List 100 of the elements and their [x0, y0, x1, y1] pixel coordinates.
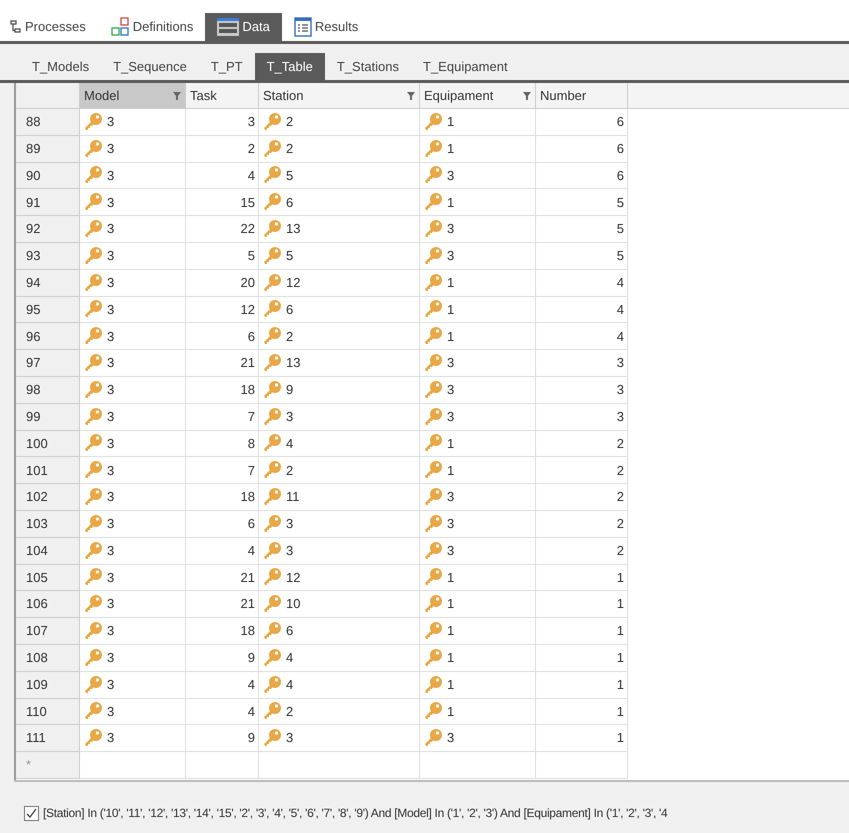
filter-icon[interactable] [523, 92, 531, 100]
filter-expression: [Station] In ('10', '11', '12', '13', '14', '15', '2', '3', '4', '5', '6', '7', '8', '9') And [Model] In ('1', '2', '3') And [Equipament] In ('1', '2', '3', '4 [43, 805, 668, 822]
key-icon [262, 219, 282, 240]
column-header[interactable]: Model [80, 83, 186, 108]
table-cell: 3 [80, 672, 186, 699]
table-cell: 3 [536, 404, 628, 431]
column-header[interactable]: Task [186, 83, 259, 108]
table-cell: 3 [420, 242, 536, 270]
table-cell: 3 [420, 538, 536, 565]
main-tab[interactable]: Definitions [98, 13, 206, 41]
filter-checkbox[interactable] [24, 806, 39, 820]
key-icon [83, 138, 103, 159]
main-tab[interactable]: Processes [8, 13, 98, 41]
row-number: 107 [16, 618, 80, 645]
key-icon [423, 674, 443, 695]
table-cell: 3 [80, 216, 186, 243]
table-cell: 3 [80, 350, 186, 377]
table-cell: 1 [420, 430, 536, 458]
table-cell: 4 [186, 672, 259, 699]
table-cell: 1 [420, 618, 536, 645]
table-cell: 20 [186, 270, 259, 297]
table-cell: 2 [536, 538, 628, 565]
key-icon [262, 514, 282, 534]
empty-cell[interactable] [536, 752, 628, 780]
table-cell: 3 [259, 404, 420, 431]
table-cell: 2 [259, 698, 420, 726]
table-cell: 2 [536, 510, 628, 538]
key-icon [262, 728, 282, 748]
row-number: 99 [16, 404, 80, 431]
table-cell: 2 [259, 457, 420, 484]
table-cell: 2 [186, 136, 259, 163]
table-cell: 2 [259, 323, 420, 350]
main-tab[interactable]: Data [205, 13, 282, 41]
filter-icon[interactable] [173, 92, 181, 100]
row-number: 103 [16, 510, 80, 538]
main-tab[interactable]: Results [282, 13, 370, 41]
table-cell: 13 [259, 350, 420, 377]
key-icon [83, 487, 103, 508]
table-cell: 4 [186, 162, 259, 190]
table-tab[interactable]: T_Models [20, 53, 102, 80]
column-header[interactable]: Equipament [420, 83, 536, 108]
table-cell: 4 [186, 538, 259, 565]
table-cell: 2 [536, 430, 628, 458]
table-cell: 3 [80, 242, 186, 270]
table-tab[interactable]: T_Equipament [411, 53, 520, 80]
key-icon [423, 487, 443, 508]
table-cell: 22 [186, 216, 259, 243]
key-icon [423, 272, 443, 293]
table-cell: 6 [186, 510, 259, 538]
table-cell: 18 [186, 376, 259, 404]
key-icon [262, 326, 282, 346]
empty-cell[interactable] [259, 752, 420, 780]
table-cell: 3 [536, 376, 628, 404]
table-tab[interactable]: T_Sequence [101, 53, 199, 80]
table-cell: 6 [259, 618, 420, 645]
table-cell: 21 [186, 564, 259, 592]
row-number: 88 [16, 109, 80, 136]
table-cell: 21 [186, 350, 259, 377]
table-cell: 13 [259, 216, 420, 243]
column-header[interactable]: Number [536, 83, 628, 108]
table-cell: 18 [186, 484, 259, 511]
key-icon [423, 299, 443, 320]
table-cell: 5 [186, 242, 259, 270]
table-cell: 3 [80, 376, 186, 404]
key-icon [423, 192, 443, 212]
table-cell: 1 [420, 136, 536, 163]
table-cell: 1 [420, 457, 536, 484]
row-number: 94 [16, 270, 80, 297]
column-header[interactable]: Station [259, 83, 420, 108]
table-cell: 5 [536, 242, 628, 270]
table-cell: 12 [186, 296, 259, 324]
row-number: 110 [16, 698, 80, 726]
row-number: 109 [16, 672, 80, 699]
table-cell: 3 [80, 296, 186, 324]
table-cell: 3 [80, 538, 186, 565]
row-number: 106 [16, 591, 80, 618]
row-number: 92 [16, 216, 80, 243]
table-cell: 10 [259, 591, 420, 618]
table-tab[interactable]: T_Table [254, 53, 325, 80]
table-cell: 1 [536, 618, 628, 645]
table-cell: 1 [420, 189, 536, 216]
key-icon [423, 460, 443, 480]
table-cell: 3 [80, 430, 186, 458]
empty-cell[interactable] [186, 752, 259, 780]
filter-icon[interactable] [407, 92, 415, 100]
key-icon [262, 353, 282, 374]
table-cell: 3 [80, 591, 186, 618]
key-icon [262, 272, 282, 293]
table-cell: 1 [420, 564, 536, 592]
key-icon [262, 299, 282, 320]
key-icon [423, 165, 443, 186]
key-icon [423, 594, 443, 614]
table-cell: 3 [420, 350, 536, 377]
empty-cell[interactable] [420, 752, 536, 780]
table-cell: 5 [259, 242, 420, 270]
table-tab[interactable]: T_Stations [324, 53, 412, 80]
table-cell: 4 [536, 323, 628, 350]
key-icon [423, 567, 443, 588]
table-tab[interactable]: T_PT [198, 53, 255, 80]
table-cell: 1 [420, 591, 536, 618]
